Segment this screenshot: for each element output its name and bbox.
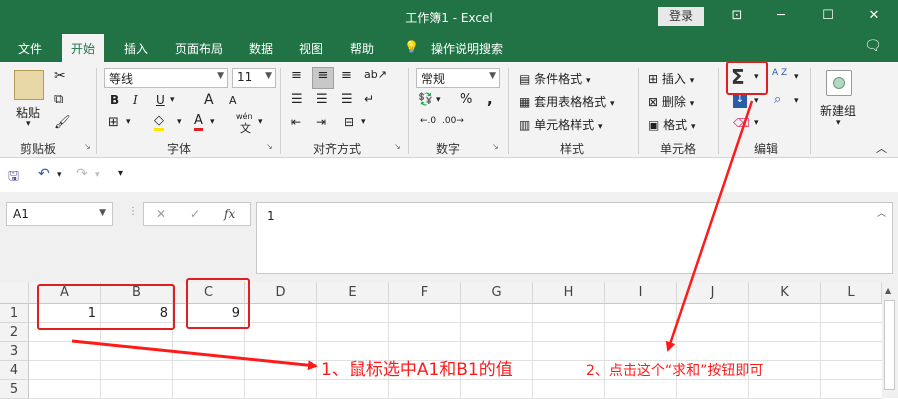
arrow-from-sum xyxy=(665,100,754,352)
annotation-arrows xyxy=(71,100,754,371)
arrow-to-step1 xyxy=(71,339,318,371)
